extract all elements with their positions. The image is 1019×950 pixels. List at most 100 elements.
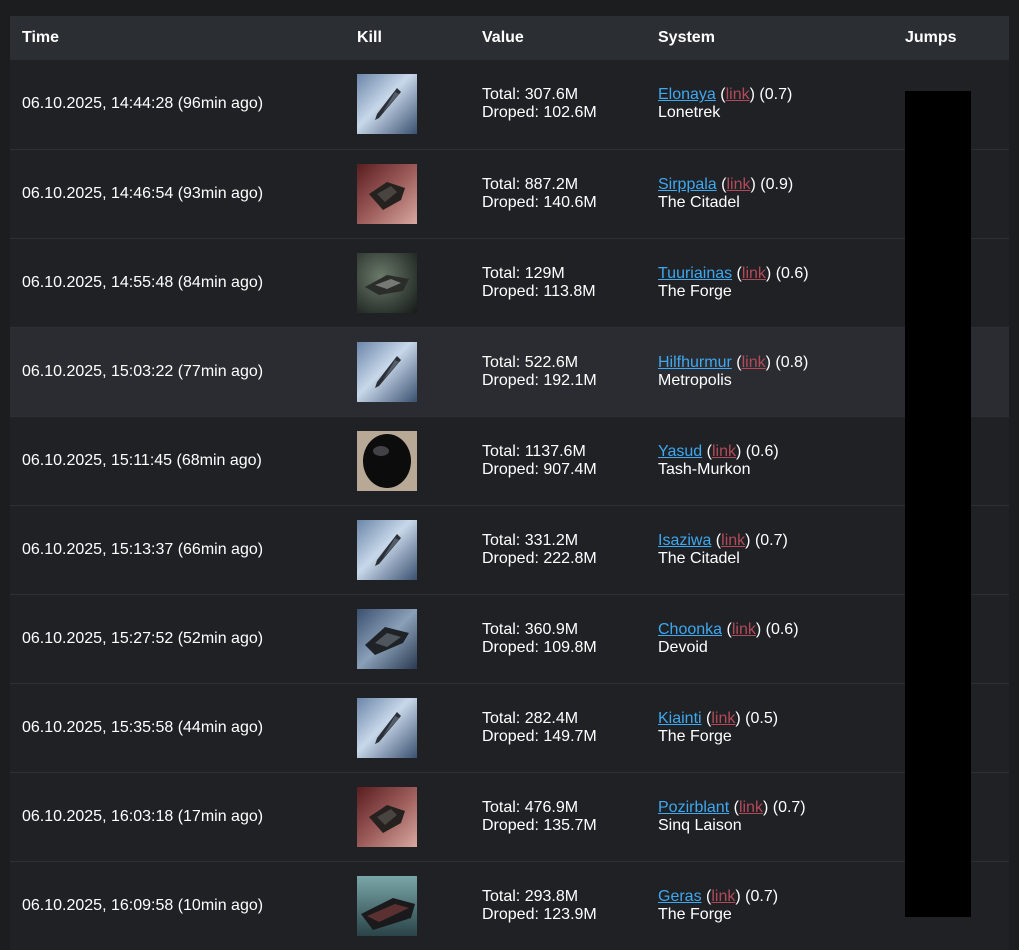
security-status: (0.7) bbox=[754, 531, 788, 549]
total-value: Total: 360.9M bbox=[482, 620, 579, 638]
header-system[interactable]: System bbox=[646, 16, 870, 60]
header-kill[interactable]: Kill bbox=[357, 16, 470, 60]
time-cell: 06.10.2025, 15:27:52 (52min ago) bbox=[10, 594, 357, 683]
kill-time: 06.10.2025, 14:44:28 (96min ago) bbox=[22, 95, 264, 113]
time-cell: 06.10.2025, 15:35:58 (44min ago) bbox=[10, 683, 357, 772]
dropped-value: Droped: 113.8M bbox=[482, 282, 596, 300]
region-name: The Forge bbox=[658, 905, 732, 923]
external-link[interactable]: link bbox=[732, 621, 756, 638]
table-row[interactable]: 06.10.2025, 15:13:37 (66min ago) Total: … bbox=[10, 505, 1009, 594]
dropped-value: Droped: 140.6M bbox=[482, 193, 597, 211]
frigate-icon[interactable] bbox=[357, 74, 417, 135]
kill-time: 06.10.2025, 15:13:37 (66min ago) bbox=[22, 540, 264, 558]
killmail-table-container: Time Kill Value System Jumps 06.10.2025,… bbox=[10, 16, 1009, 950]
kill-time: 06.10.2025, 16:03:18 (17min ago) bbox=[22, 807, 264, 825]
external-link[interactable]: link bbox=[711, 710, 735, 727]
system-cell: Elonaya (link) (0.7) Lonetrek bbox=[646, 60, 870, 149]
dropped-value: Droped: 192.1M bbox=[482, 371, 597, 389]
header-value[interactable]: Value bbox=[470, 16, 646, 60]
total-value: Total: 293.8M bbox=[482, 887, 579, 905]
cruiser-icon[interactable] bbox=[357, 163, 417, 224]
system-link[interactable]: Kiainti bbox=[658, 710, 702, 727]
table-row[interactable]: 06.10.2025, 15:35:58 (44min ago) Total: … bbox=[10, 683, 1009, 772]
time-cell: 06.10.2025, 14:46:54 (93min ago) bbox=[10, 149, 357, 238]
value-cell: Total: 293.8M Droped: 123.9M bbox=[470, 861, 646, 950]
industrial-icon[interactable] bbox=[357, 875, 417, 936]
security-status: (0.6) bbox=[765, 620, 799, 638]
system-cell: Tuuriainas (link) (0.6) The Forge bbox=[646, 238, 870, 327]
security-status: (0.6) bbox=[745, 442, 779, 460]
external-link[interactable]: link bbox=[711, 888, 735, 905]
kill-cell bbox=[357, 505, 470, 594]
total-value: Total: 887.2M bbox=[482, 175, 579, 193]
system-link[interactable]: Geras bbox=[658, 888, 702, 905]
dropped-value: Droped: 149.7M bbox=[482, 727, 597, 745]
security-status: (0.6) bbox=[775, 264, 809, 282]
frigate-icon[interactable] bbox=[357, 697, 417, 758]
security-status: (0.7) bbox=[759, 86, 793, 104]
system-cell: Isaziwa (link) (0.7) The Citadel bbox=[646, 505, 870, 594]
region-name: The Citadel bbox=[658, 549, 740, 567]
system-cell: Kiainti (link) (0.5) The Forge bbox=[646, 683, 870, 772]
time-cell: 06.10.2025, 14:55:48 (84min ago) bbox=[10, 238, 357, 327]
security-status: (0.5) bbox=[745, 709, 779, 727]
kill-time: 06.10.2025, 16:09:58 (10min ago) bbox=[22, 896, 264, 914]
table-row[interactable]: 06.10.2025, 16:09:58 (10min ago) Total: … bbox=[10, 861, 1009, 950]
destroyer-icon[interactable] bbox=[357, 252, 417, 313]
dropped-value: Droped: 222.8M bbox=[482, 549, 597, 567]
dropped-value: Droped: 109.8M bbox=[482, 638, 597, 656]
external-link[interactable]: link bbox=[712, 443, 736, 460]
region-name: Tash-Murkon bbox=[658, 460, 751, 478]
kill-cell bbox=[357, 594, 470, 683]
redaction-block bbox=[905, 91, 971, 917]
system-link[interactable]: Sirppala bbox=[658, 176, 717, 193]
external-link[interactable]: link bbox=[726, 176, 750, 193]
value-cell: Total: 887.2M Droped: 140.6M bbox=[470, 149, 646, 238]
table-row[interactable]: 06.10.2025, 14:46:54 (93min ago) Total: … bbox=[10, 149, 1009, 238]
external-link[interactable]: link bbox=[742, 265, 766, 282]
system-link[interactable]: Choonka bbox=[658, 621, 722, 638]
frigate-icon[interactable] bbox=[357, 341, 417, 402]
system-link[interactable]: Tuuriainas bbox=[658, 265, 732, 282]
system-link[interactable]: Yasud bbox=[658, 443, 702, 460]
region-name: The Citadel bbox=[658, 193, 740, 211]
system-link[interactable]: Isaziwa bbox=[658, 532, 711, 549]
time-cell: 06.10.2025, 16:03:18 (17min ago) bbox=[10, 772, 357, 861]
frigate-icon[interactable] bbox=[357, 519, 417, 580]
external-link[interactable]: link bbox=[739, 799, 763, 816]
total-value: Total: 331.2M bbox=[482, 531, 579, 549]
value-cell: Total: 331.2M Droped: 222.8M bbox=[470, 505, 646, 594]
pod-icon[interactable] bbox=[357, 430, 417, 491]
system-link[interactable]: Pozirblant bbox=[658, 799, 729, 816]
table-row[interactable]: 06.10.2025, 15:11:45 (68min ago) Total: … bbox=[10, 416, 1009, 505]
total-value: Total: 307.6M bbox=[482, 86, 579, 104]
total-value: Total: 522.6M bbox=[482, 353, 579, 371]
table-row[interactable]: 06.10.2025, 15:03:22 (77min ago) Total: … bbox=[10, 327, 1009, 416]
kill-time: 06.10.2025, 15:11:45 (68min ago) bbox=[22, 451, 262, 469]
external-link[interactable]: link bbox=[726, 86, 750, 103]
total-value: Total: 129M bbox=[482, 264, 565, 282]
value-cell: Total: 476.9M Droped: 135.7M bbox=[470, 772, 646, 861]
value-cell: Total: 522.6M Droped: 192.1M bbox=[470, 327, 646, 416]
system-link[interactable]: Elonaya bbox=[658, 86, 716, 103]
time-cell: 06.10.2025, 15:13:37 (66min ago) bbox=[10, 505, 357, 594]
external-link[interactable]: link bbox=[742, 354, 766, 371]
battlecruiser-icon[interactable] bbox=[357, 608, 417, 669]
table-row[interactable]: 06.10.2025, 14:44:28 (96min ago) Total: … bbox=[10, 60, 1009, 149]
table-row[interactable]: 06.10.2025, 14:55:48 (84min ago) Total: … bbox=[10, 238, 1009, 327]
kill-cell bbox=[357, 861, 470, 950]
header-time[interactable]: Time bbox=[10, 16, 357, 60]
killmail-table: Time Kill Value System Jumps 06.10.2025,… bbox=[10, 16, 1009, 950]
dropped-value: Droped: 102.6M bbox=[482, 104, 597, 122]
cruiser-icon[interactable] bbox=[357, 786, 417, 847]
table-row[interactable]: 06.10.2025, 15:27:52 (52min ago) Total: … bbox=[10, 594, 1009, 683]
external-link[interactable]: link bbox=[721, 532, 745, 549]
time-cell: 06.10.2025, 15:11:45 (68min ago) bbox=[10, 416, 357, 505]
header-jumps[interactable]: Jumps bbox=[870, 16, 1009, 60]
table-row[interactable]: 06.10.2025, 16:03:18 (17min ago) Total: … bbox=[10, 772, 1009, 861]
total-value: Total: 476.9M bbox=[482, 798, 579, 816]
region-name: Lonetrek bbox=[658, 104, 721, 122]
time-cell: 06.10.2025, 14:44:28 (96min ago) bbox=[10, 60, 357, 149]
system-link[interactable]: Hilfhurmur bbox=[658, 354, 732, 371]
kill-time: 06.10.2025, 15:35:58 (44min ago) bbox=[22, 718, 264, 736]
